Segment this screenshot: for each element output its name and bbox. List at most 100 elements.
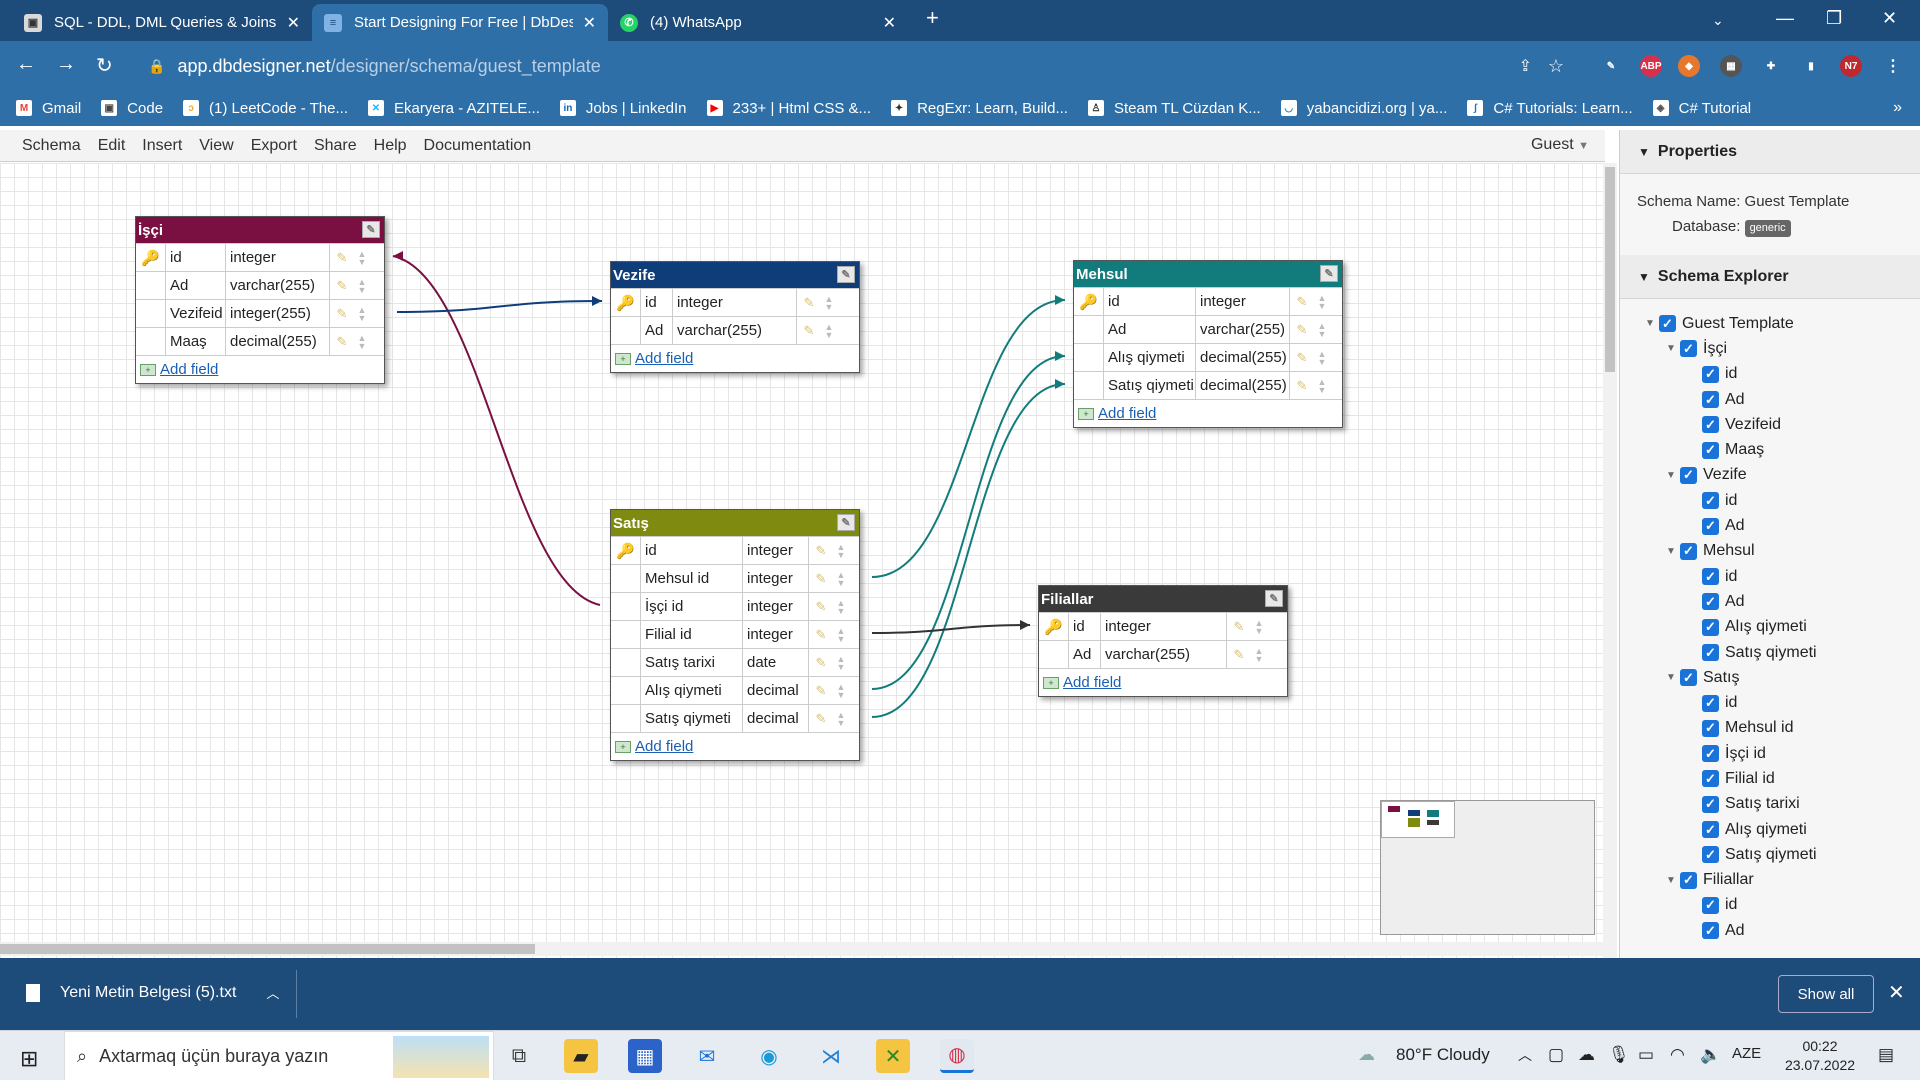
checkbox-checked-icon[interactable]: ✓ xyxy=(1680,542,1697,560)
checkbox-checked-icon[interactable]: ✓ xyxy=(1702,745,1719,763)
checkbox-checked-icon[interactable]: ✓ xyxy=(1680,466,1697,484)
bookmarks-overflow-icon[interactable]: » xyxy=(1893,99,1902,117)
edit-table-icon[interactable]: ✎ xyxy=(1320,265,1338,282)
minimap-viewport[interactable] xyxy=(1381,801,1455,838)
reorder-arrows-icon[interactable]: ▲ ▼ xyxy=(833,593,849,620)
reorder-arrows-icon[interactable]: ▲ ▼ xyxy=(1314,288,1330,315)
table-field-row[interactable]: İşçi id integer ✎ ▲ ▼ xyxy=(611,592,859,620)
bookmark-item[interactable]: ↄ (1) LeetCode - The... xyxy=(183,100,348,117)
table-filiallar[interactable]: Filiallar ✎ 🔑 id integer ✎ ▲ ▼ Ad varchar(255) ✎ ▲ ▼… xyxy=(1038,585,1288,697)
tree-field[interactable]: ✓ id xyxy=(1620,488,1920,513)
pen-extension-icon[interactable]: ✎ xyxy=(1600,55,1622,77)
table-field-row[interactable]: Alış qiymeti decimal ✎ ▲ ▼ xyxy=(611,676,859,704)
bookmark-item[interactable]: in Jobs | LinkedIn xyxy=(559,100,687,117)
checkbox-checked-icon[interactable]: ✓ xyxy=(1702,618,1719,636)
checkbox-checked-icon[interactable]: ✓ xyxy=(1702,821,1719,839)
reorder-arrows-icon[interactable]: ▲ ▼ xyxy=(1314,372,1330,399)
reorder-arrows-icon[interactable]: ▲ ▼ xyxy=(354,300,370,327)
edit-field-icon[interactable]: ✎ xyxy=(1290,316,1314,343)
back-icon[interactable]: ← xyxy=(16,53,36,76)
tree-table[interactable]: ▼ ✓ Vezife xyxy=(1620,463,1920,488)
edit-field-icon[interactable]: ✎ xyxy=(797,289,821,316)
table-field-row[interactable]: 🔑 id integer ✎ ▲ ▼ xyxy=(1074,287,1342,315)
vertical-scrollbar[interactable] xyxy=(1603,163,1617,958)
tab-sql[interactable]: ▣ SQL - DDL, DML Queries & Joins ✕ xyxy=(12,4,312,41)
chevron-down-icon[interactable]: ▼ xyxy=(1666,672,1680,683)
edit-table-icon[interactable]: ✎ xyxy=(1265,590,1283,607)
add-field-link[interactable]: Add field xyxy=(1098,405,1156,422)
tree-field[interactable]: ✓ Mehsul id xyxy=(1620,716,1920,741)
table-field-row[interactable]: Ad varchar(255) ✎ ▲ ▼ xyxy=(1074,315,1342,343)
clock[interactable]: 00:22 23.07.2022 xyxy=(1780,1037,1860,1075)
wifi-icon[interactable]: ◠ xyxy=(1670,1045,1685,1065)
scroll-thumb[interactable] xyxy=(0,944,535,954)
tree-field[interactable]: ✓ id xyxy=(1620,690,1920,715)
add-field-link[interactable]: Add field xyxy=(1063,674,1121,691)
menu-kebab-icon[interactable]: ⋮ xyxy=(1882,55,1904,77)
scroll-thumb[interactable] xyxy=(1605,167,1615,372)
volume-icon[interactable]: 🔈 xyxy=(1700,1045,1721,1065)
schema-explorer-header[interactable]: ▼ Schema Explorer xyxy=(1620,255,1920,299)
minimap[interactable] xyxy=(1380,800,1595,935)
tree-field[interactable]: ✓ Alış qiymeti xyxy=(1620,615,1920,640)
edit-field-icon[interactable]: ✎ xyxy=(797,317,821,344)
edit-table-icon[interactable]: ✎ xyxy=(837,266,855,283)
checkbox-checked-icon[interactable]: ✓ xyxy=(1702,391,1719,409)
minimize-icon[interactable]: — xyxy=(1776,8,1794,29)
reorder-arrows-icon[interactable]: ▲ ▼ xyxy=(833,621,849,648)
relation-line[interactable] xyxy=(871,355,1066,690)
language-indicator[interactable]: AZE xyxy=(1732,1045,1761,1062)
chevron-up-icon[interactable]: ︿ xyxy=(266,983,279,1002)
bookmark-item[interactable]: ◡ yabancidizi.org | ya... xyxy=(1280,100,1447,117)
tree-field[interactable]: ✓ Satış tarixi xyxy=(1620,792,1920,817)
table-field-row[interactable]: Satış qiymeti decimal(255) ✎ ▲ ▼ xyxy=(1074,371,1342,399)
table-field-row[interactable]: 🔑 id integer ✎ ▲ ▼ xyxy=(136,243,384,271)
relation-line[interactable] xyxy=(871,624,1031,634)
menu-view[interactable]: View xyxy=(199,137,233,155)
edit-field-icon[interactable]: ✎ xyxy=(1227,641,1251,668)
table-vezife[interactable]: Vezife ✎ 🔑 id integer ✎ ▲ ▼ Ad varchar(255) ✎ ▲ ▼ + Ad… xyxy=(610,261,860,373)
chevron-down-icon[interactable]: ▼ xyxy=(1666,470,1680,481)
close-icon[interactable]: ✕ xyxy=(287,13,300,33)
tree-field[interactable]: ✓ İşçi id xyxy=(1620,741,1920,766)
table-field-row[interactable]: Satış tarixi date ✎ ▲ ▼ xyxy=(611,648,859,676)
chevron-down-icon[interactable]: ▼ xyxy=(1645,318,1659,329)
add-field-link[interactable]: Add field xyxy=(635,350,693,367)
checkbox-checked-icon[interactable]: ✓ xyxy=(1702,416,1719,434)
chevron-down-icon[interactable]: ▼ xyxy=(1666,343,1680,354)
edit-field-icon[interactable]: ✎ xyxy=(1290,344,1314,371)
table-field-row[interactable]: Satış qiymeti decimal ✎ ▲ ▼ xyxy=(611,704,859,732)
bookmark-item[interactable]: ♙ Steam TL Cüzdan K... xyxy=(1087,100,1261,117)
checkbox-checked-icon[interactable]: ✓ xyxy=(1702,846,1719,864)
puzzle-icon[interactable]: ✚ xyxy=(1760,55,1782,77)
reorder-arrows-icon[interactable]: ▲ ▼ xyxy=(354,328,370,355)
cloud-icon[interactable]: ☁ xyxy=(1578,1045,1595,1065)
tree-field[interactable]: ✓ Ad xyxy=(1620,918,1920,943)
relation-line[interactable] xyxy=(392,255,601,606)
microphone-icon[interactable]: 🎙 xyxy=(1608,1045,1630,1065)
edit-field-icon[interactable]: ✎ xyxy=(809,537,833,564)
extension-icon[interactable]: ▦ xyxy=(1720,55,1742,77)
horizontal-scrollbar[interactable] xyxy=(0,942,1603,956)
profile-avatar[interactable]: N7 xyxy=(1840,55,1862,77)
tree-field[interactable]: ✓ Alış qiymeti xyxy=(1620,817,1920,842)
schema-canvas[interactable]: İşçi ✎ 🔑 id integer ✎ ▲ ▼ Ad varchar(255) ✎ ▲ ▼ Vezif… xyxy=(0,163,1603,958)
menu-help[interactable]: Help xyxy=(374,137,407,155)
edit-field-icon[interactable]: ✎ xyxy=(1290,372,1314,399)
table-field-row[interactable]: Alış qiymeti decimal(255) ✎ ▲ ▼ xyxy=(1074,343,1342,371)
close-icon[interactable]: ✕ xyxy=(1888,980,1905,1005)
tree-field[interactable]: ✓ Ad xyxy=(1620,589,1920,614)
edit-field-icon[interactable]: ✎ xyxy=(809,705,833,732)
url-field[interactable]: 🔒 app.dbdesigner.net /designer/schema/gu… xyxy=(138,48,1578,84)
tree-field[interactable]: ✓ Filial id xyxy=(1620,766,1920,791)
forward-icon[interactable]: → xyxy=(56,53,76,76)
notification-icon[interactable]: ▤ xyxy=(1878,1045,1894,1065)
edit-table-icon[interactable]: ✎ xyxy=(362,221,380,238)
table-field-row[interactable]: 🔑 id integer ✎ ▲ ▼ xyxy=(1039,612,1287,640)
checkbox-checked-icon[interactable]: ✓ xyxy=(1702,593,1719,611)
relation-line[interactable] xyxy=(396,300,603,313)
tree-field[interactable]: ✓ Satış qiymeti xyxy=(1620,640,1920,665)
table-field-row[interactable]: Ad varchar(255) ✎ ▲ ▼ xyxy=(136,271,384,299)
windows-start-icon[interactable]: ⊞ xyxy=(20,1046,38,1072)
properties-header[interactable]: ▼ Properties xyxy=(1620,130,1920,174)
